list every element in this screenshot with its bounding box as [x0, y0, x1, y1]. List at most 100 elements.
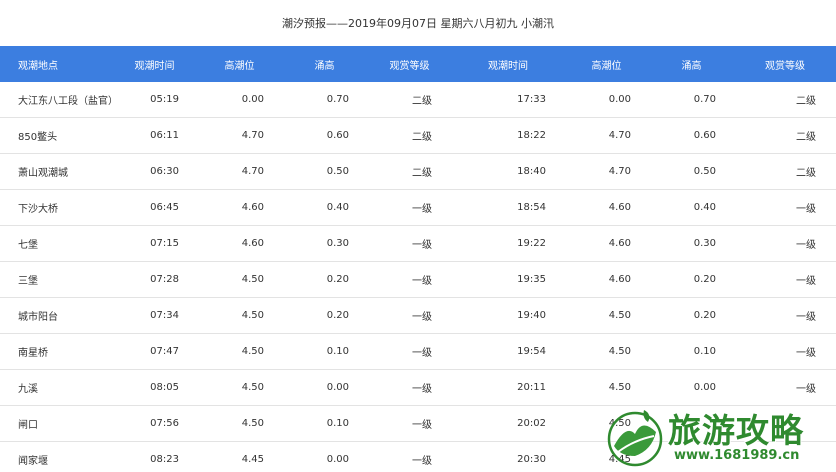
evening-time-cell: 20:02 [452, 405, 564, 442]
evening-level-cell: 4.60 [564, 225, 649, 262]
morning-surge-cell: 0.50 [282, 153, 367, 190]
table-header-row: 观潮地点 观潮时间 高潮位 涌高 观赏等级 观潮时间 高潮位 涌高 观赏等级 [0, 46, 836, 82]
morning-time-cell: 07:34 [112, 297, 197, 334]
site-cell: 萧山观潮城 [0, 153, 112, 190]
evening-level-cell: 4.50 [564, 333, 649, 370]
evening-surge-cell: 0.20 [649, 297, 734, 334]
evening-grade-cell: 一级 [734, 333, 836, 370]
morning-level-cell: 4.60 [197, 225, 282, 262]
column-header: 观潮地点 [0, 46, 112, 82]
morning-time-cell: 06:30 [112, 153, 197, 190]
evening-grade-cell: 一级 [734, 225, 836, 262]
leaf-logo-icon [607, 410, 663, 467]
tide-forecast-page: 潮汐预报——2019年09月07日 星期六八月初九 小潮汛 观潮地点 观潮时间 高潮… [0, 0, 836, 472]
morning-surge-cell: 0.20 [282, 261, 367, 298]
watermark-text: 旅游攻略 [668, 411, 804, 450]
evening-grade-cell: 一级 [734, 297, 836, 334]
table-row: 850鳖头 06:11 4.70 0.60 二级 18:22 4.70 0.60 二级 [0, 117, 836, 154]
table-row: 大江东八工段（盐官） 05:19 0.00 0.70 二级 17:33 0.00 0.70 二级 [0, 82, 836, 118]
morning-grade-cell: 一级 [367, 189, 452, 226]
table-row: 南星桥 07:47 4.50 0.10 一级 19:54 4.50 0.10 一级 [0, 333, 836, 370]
morning-surge-cell: 0.30 [282, 225, 367, 262]
evening-time-cell: 18:40 [452, 153, 564, 190]
table-row: 七堡 07:15 4.60 0.30 一级 19:22 4.60 0.30 一级 [0, 225, 836, 262]
site-cell: 七堡 [0, 225, 112, 262]
column-header: 涌高 [282, 46, 367, 82]
evening-surge-cell: 0.20 [649, 261, 734, 298]
morning-surge-cell: 0.70 [282, 82, 367, 118]
morning-level-cell: 4.50 [197, 369, 282, 406]
morning-grade-cell: 一级 [367, 333, 452, 370]
evening-time-cell: 19:40 [452, 297, 564, 334]
morning-time-cell: 05:19 [112, 82, 197, 118]
morning-surge-cell: 0.10 [282, 405, 367, 442]
site-cell: 850鳖头 [0, 117, 112, 154]
evening-surge-cell: 0.50 [649, 153, 734, 190]
evening-time-cell: 19:54 [452, 333, 564, 370]
evening-time-cell: 19:35 [452, 261, 564, 298]
column-header: 涌高 [649, 46, 734, 82]
evening-grade-cell: 一级 [734, 369, 836, 406]
evening-surge-cell: 0.00 [649, 369, 734, 406]
morning-grade-cell: 一级 [367, 225, 452, 262]
column-header: 观赏等级 [367, 46, 452, 82]
site-cell: 闻家堰 [0, 441, 112, 472]
evening-level-cell: 0.00 [564, 82, 649, 118]
morning-surge-cell: 0.10 [282, 333, 367, 370]
evening-time-cell: 20:11 [452, 369, 564, 406]
morning-level-cell: 4.50 [197, 297, 282, 334]
evening-level-cell: 4.70 [564, 117, 649, 154]
morning-surge-cell: 0.20 [282, 297, 367, 334]
morning-level-cell: 4.45 [197, 441, 282, 472]
morning-grade-cell: 一级 [367, 297, 452, 334]
column-header: 观潮时间 [112, 46, 197, 82]
site-cell: 三堡 [0, 261, 112, 298]
morning-level-cell: 0.00 [197, 82, 282, 118]
evening-time-cell: 18:22 [452, 117, 564, 154]
evening-time-cell: 17:33 [452, 82, 564, 118]
table-row: 萧山观潮城 06:30 4.70 0.50 二级 18:40 4.70 0.50 二级 [0, 153, 836, 190]
morning-time-cell: 07:15 [112, 225, 197, 262]
evening-surge-cell: 0.60 [649, 117, 734, 154]
evening-level-cell: 4.50 [564, 369, 649, 406]
table-row: 九溪 08:05 4.50 0.00 一级 20:11 4.50 0.00 一级 [0, 369, 836, 406]
watermark: 旅游攻略 www.1681989.cn [604, 404, 834, 472]
morning-level-cell: 4.50 [197, 333, 282, 370]
table-row: 三堡 07:28 4.50 0.20 一级 19:35 4.60 0.20 一级 [0, 261, 836, 298]
morning-surge-cell: 0.60 [282, 117, 367, 154]
evening-surge-cell: 0.70 [649, 82, 734, 118]
morning-time-cell: 06:11 [112, 117, 197, 154]
morning-grade-cell: 一级 [367, 441, 452, 472]
evening-time-cell: 18:54 [452, 189, 564, 226]
site-cell: 城市阳台 [0, 297, 112, 334]
page-title: 潮汐预报——2019年09月07日 星期六八月初九 小潮汛 [0, 0, 836, 46]
evening-grade-cell: 一级 [734, 261, 836, 298]
table-row: 城市阳台 07:34 4.50 0.20 一级 19:40 4.50 0.20 一级 [0, 297, 836, 334]
evening-time-cell: 20:30 [452, 441, 564, 472]
evening-level-cell: 4.60 [564, 189, 649, 226]
morning-grade-cell: 一级 [367, 405, 452, 442]
morning-level-cell: 4.70 [197, 153, 282, 190]
morning-time-cell: 06:45 [112, 189, 197, 226]
column-header: 高潮位 [197, 46, 282, 82]
morning-surge-cell: 0.40 [282, 189, 367, 226]
morning-level-cell: 4.50 [197, 261, 282, 298]
evening-level-cell: 4.60 [564, 261, 649, 298]
evening-grade-cell: 二级 [734, 117, 836, 154]
evening-level-cell: 4.70 [564, 153, 649, 190]
column-header: 观潮时间 [452, 46, 564, 82]
site-cell: 大江东八工段（盐官） [0, 82, 112, 118]
morning-time-cell: 08:23 [112, 441, 197, 472]
evening-surge-cell: 0.40 [649, 189, 734, 226]
evening-grade-cell: 二级 [734, 82, 836, 118]
morning-level-cell: 4.50 [197, 405, 282, 442]
morning-surge-cell: 0.00 [282, 441, 367, 472]
morning-level-cell: 4.60 [197, 189, 282, 226]
watermark-url: www.1681989.cn [674, 448, 800, 463]
site-cell: 南星桥 [0, 333, 112, 370]
site-cell: 九溪 [0, 369, 112, 406]
evening-surge-cell: 0.10 [649, 333, 734, 370]
morning-surge-cell: 0.00 [282, 369, 367, 406]
evening-surge-cell: 0.30 [649, 225, 734, 262]
morning-grade-cell: 二级 [367, 117, 452, 154]
